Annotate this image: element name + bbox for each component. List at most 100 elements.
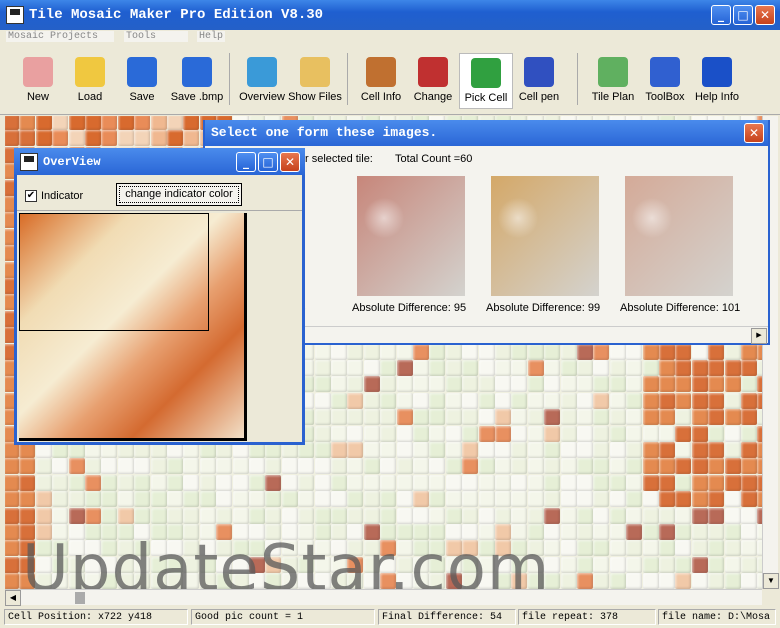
mosaic-cell[interactable] [626, 491, 643, 508]
mosaic-cell[interactable] [577, 474, 593, 491]
mosaic-cell[interactable] [134, 474, 151, 491]
mosaic-cell[interactable] [708, 343, 725, 360]
mosaic-cell[interactable] [347, 507, 364, 524]
mosaic-cell[interactable] [642, 442, 659, 458]
mosaic-cell[interactable] [626, 540, 643, 557]
change-indicator-color-button[interactable]: change indicator color [116, 183, 242, 206]
mosaic-cell[interactable] [577, 573, 593, 589]
mosaic-cell[interactable] [445, 409, 462, 426]
mosaic-cell[interactable] [659, 540, 675, 557]
mosaic-cell[interactable] [741, 425, 757, 442]
mosaic-cell[interactable] [429, 507, 446, 524]
mosaic-cell[interactable] [544, 442, 561, 458]
mosaic-cell[interactable] [544, 409, 561, 426]
mosaic-cell[interactable] [183, 507, 200, 524]
mosaic-cell[interactable] [150, 507, 167, 524]
mosaic-cell[interactable] [527, 360, 544, 376]
mosaic-cell[interactable] [19, 507, 36, 524]
mosaic-cell[interactable] [314, 442, 331, 458]
mosaic-cell[interactable] [577, 360, 593, 376]
mosaic-cell[interactable] [675, 524, 692, 540]
mosaic-cell[interactable] [544, 507, 561, 524]
mosaic-cell[interactable] [659, 392, 675, 409]
mosaic-cell[interactable] [380, 491, 397, 508]
mosaic-cell[interactable] [642, 360, 659, 376]
mosaic-cell[interactable] [609, 425, 626, 442]
mosaic-cell[interactable] [741, 458, 757, 475]
mosaic-cell[interactable] [577, 392, 593, 409]
mosaic-cell[interactable] [281, 458, 298, 475]
mosaic-cell[interactable] [150, 130, 167, 147]
mosaic-cell[interactable] [249, 491, 265, 508]
mosaic-cell[interactable] [167, 130, 183, 147]
mosaic-cell[interactable] [675, 442, 692, 458]
mosaic-cell[interactable] [134, 130, 151, 147]
mosaic-cell[interactable] [134, 458, 151, 475]
mosaic-cell[interactable] [511, 507, 528, 524]
mosaic-cell[interactable] [101, 458, 118, 475]
mosaic-cell[interactable] [68, 491, 85, 508]
menu-mosaic-projects[interactable]: Mosaic Projects [6, 31, 114, 42]
mosaic-cell[interactable] [478, 392, 495, 409]
overview-image[interactable] [19, 213, 247, 441]
mosaic-cell[interactable] [642, 409, 659, 426]
mosaic-cell[interactable] [331, 409, 347, 426]
mosaic-cell[interactable] [609, 343, 626, 360]
mosaic-cell[interactable] [691, 360, 708, 376]
mosaic-cell[interactable] [708, 442, 725, 458]
mosaic-cell[interactable] [691, 474, 708, 491]
mosaic-cell[interactable] [101, 130, 118, 147]
mosaic-cell[interactable] [511, 474, 528, 491]
mosaic-cell[interactable] [281, 491, 298, 508]
mosaic-cell[interactable] [659, 573, 675, 589]
mosaic-cell[interactable] [396, 343, 413, 360]
mosaic-cell[interactable] [19, 458, 36, 475]
mosaic-cell[interactable] [527, 458, 544, 475]
mosaic-cell[interactable] [593, 392, 610, 409]
mosaic-cell[interactable] [659, 524, 675, 540]
mosaic-cell[interactable] [347, 458, 364, 475]
mosaic-cell[interactable] [593, 474, 610, 491]
mosaic-cell[interactable] [593, 360, 610, 376]
mosaic-cell[interactable] [380, 343, 397, 360]
mosaic-cell[interactable] [117, 474, 134, 491]
mosaic-cell[interactable] [117, 507, 134, 524]
mosaic-cell[interactable] [659, 409, 675, 426]
mosaic-cell[interactable] [52, 130, 69, 147]
mosaic-cell[interactable] [413, 409, 429, 426]
mosaic-cell[interactable] [478, 376, 495, 393]
mosaic-cell[interactable] [659, 442, 675, 458]
mosaic-cell[interactable] [68, 507, 85, 524]
mosaic-cell[interactable] [314, 376, 331, 393]
mosaic-cell[interactable] [593, 507, 610, 524]
mosaic-cell[interactable] [380, 442, 397, 458]
mosaic-cell[interactable] [331, 376, 347, 393]
mosaic-cell[interactable] [626, 556, 643, 573]
mosaic-cell[interactable] [626, 343, 643, 360]
mosaic-cell[interactable] [331, 425, 347, 442]
mosaic-cell[interactable] [363, 458, 380, 475]
mosaic-cell[interactable] [265, 507, 282, 524]
mosaic-cell[interactable] [609, 556, 626, 573]
mosaic-cell[interactable] [609, 507, 626, 524]
mosaic-cell[interactable] [691, 556, 708, 573]
mosaic-cell[interactable] [5, 458, 19, 475]
mosaic-cell[interactable] [544, 474, 561, 491]
toolbar-help-info-button[interactable]: Help Info [690, 53, 744, 109]
mosaic-cell[interactable] [232, 491, 249, 508]
mosaic-cell[interactable] [347, 425, 364, 442]
mosaic-cell[interactable] [577, 343, 593, 360]
mosaic-cell[interactable] [478, 343, 495, 360]
mosaic-cell[interactable] [232, 507, 249, 524]
mosaic-cell[interactable] [363, 507, 380, 524]
mosaic-cell[interactable] [5, 491, 19, 508]
mosaic-cell[interactable] [593, 573, 610, 589]
mosaic-cell[interactable] [560, 409, 577, 426]
mosaic-cell[interactable] [281, 474, 298, 491]
mosaic-cell[interactable] [577, 425, 593, 442]
mosaic-cell[interactable] [429, 425, 446, 442]
toolbar-save-bmp-button[interactable]: Save .bmp [168, 53, 226, 109]
mosaic-cell[interactable] [298, 507, 315, 524]
candidate-tile-image[interactable] [357, 176, 465, 296]
mosaic-cell[interactable] [413, 442, 429, 458]
